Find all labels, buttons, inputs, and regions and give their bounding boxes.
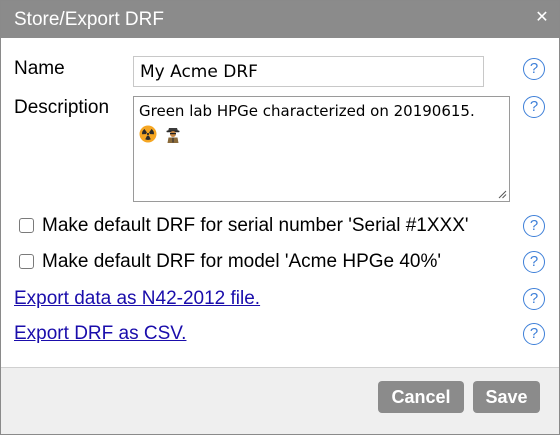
default-model-checkbox[interactable]: [19, 254, 34, 269]
description-help-icon[interactable]: ?: [523, 96, 545, 118]
export-n42-help-icon[interactable]: ?: [523, 288, 545, 310]
textarea-resize-handle-icon[interactable]: [497, 189, 507, 199]
radioactive-emoji-icon: [139, 125, 157, 142]
cancel-button[interactable]: Cancel: [378, 381, 464, 413]
description-emoji-row: [139, 122, 504, 143]
export-csv-help-icon[interactable]: ?: [523, 323, 545, 345]
default-serial-label: Make default DRF for serial number 'Seri…: [42, 215, 469, 236]
export-n42-link[interactable]: Export data as N42-2012 file.: [14, 288, 260, 310]
default-serial-help-icon[interactable]: ?: [523, 215, 545, 237]
description-label: Description: [14, 97, 110, 118]
dialog-titlebar: Store/Export DRF ✕: [1, 1, 559, 38]
save-button[interactable]: Save: [473, 381, 540, 413]
default-model-help-icon[interactable]: ?: [523, 251, 545, 273]
default-model-label: Make default DRF for model 'Acme HPGe 40…: [42, 251, 442, 272]
export-csv-link[interactable]: Export DRF as CSV.: [14, 323, 186, 345]
store-export-drf-dialog: Store/Export DRF ✕ Name ? Description Gr…: [0, 0, 560, 435]
default-serial-checkbox[interactable]: [19, 218, 34, 233]
dialog-footer: Cancel Save: [1, 367, 559, 434]
name-input[interactable]: [133, 56, 484, 87]
dialog-content: Name ? Description Green lab HPGe charac…: [1, 38, 559, 367]
description-text: Green lab HPGe characterized on 20190615…: [139, 102, 475, 120]
name-help-icon[interactable]: ?: [523, 58, 545, 80]
default-model-row: Make default DRF for model 'Acme HPGe 40…: [19, 250, 499, 274]
dialog-title: Store/Export DRF: [14, 9, 164, 30]
description-textarea[interactable]: Green lab HPGe characterized on 20190615…: [133, 96, 510, 202]
default-serial-row: Make default DRF for serial number 'Seri…: [19, 214, 519, 238]
close-icon[interactable]: ✕: [533, 7, 551, 29]
name-label: Name: [14, 58, 65, 79]
detective-emoji-icon: [166, 127, 180, 143]
